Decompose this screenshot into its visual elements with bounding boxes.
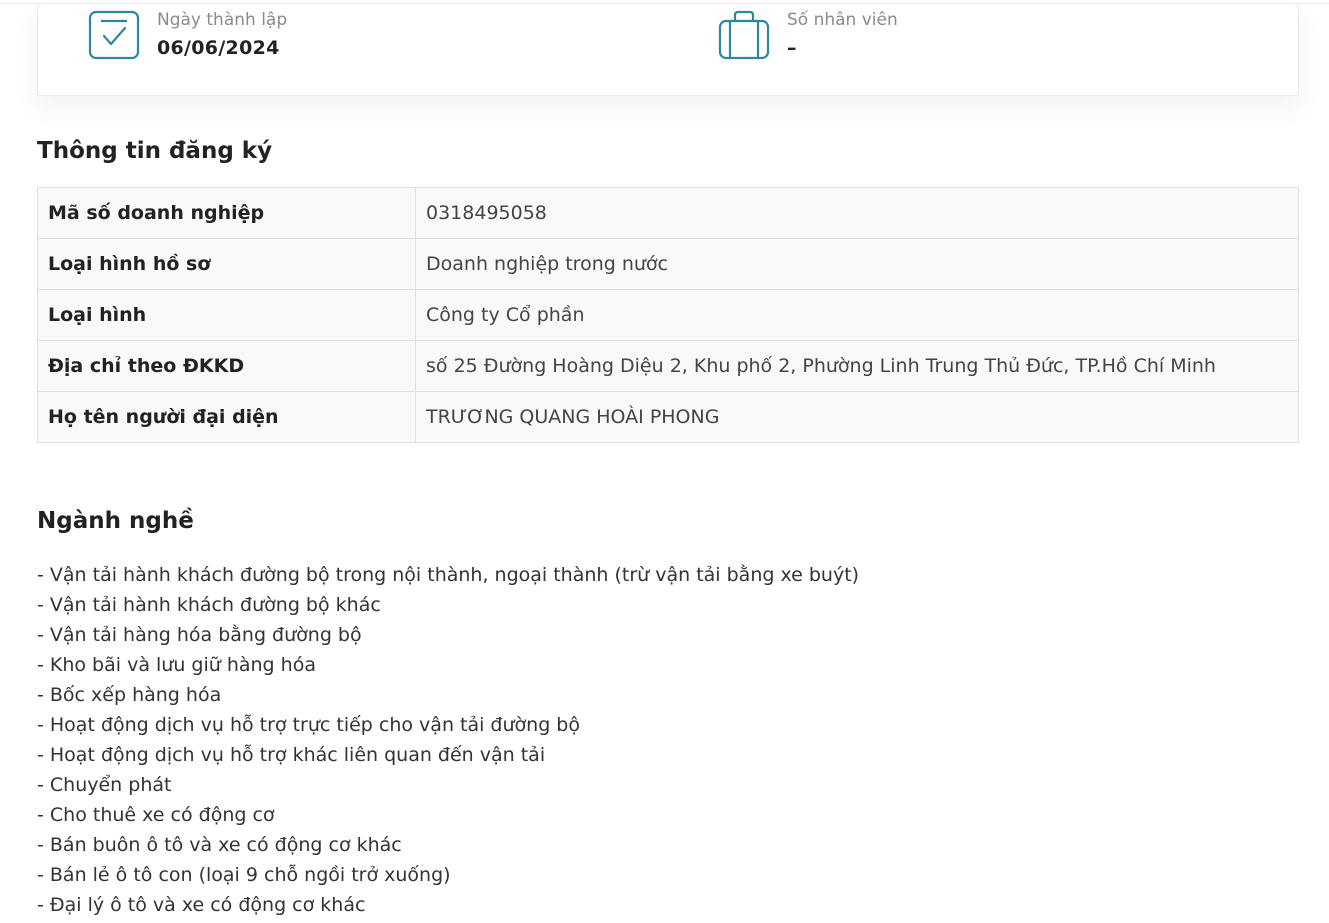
row-key: Mã số doanh nghiệp (37, 187, 416, 239)
founded-date-value: 06/06/2024 (157, 37, 280, 59)
list-item: - Vận tải hàng hóa bằng đường bộ (37, 624, 362, 646)
registration-section-title: Thông tin đăng ký (37, 138, 273, 164)
row-key: Loại hình (37, 289, 416, 341)
company-detail-page: Ngày thành lập 06/06/2024 Số nhân viên –… (0, 0, 1329, 923)
list-item: - Hoạt động dịch vụ hỗ trợ khác liên qua… (37, 744, 546, 766)
row-value: số 25 Đường Hoàng Diệu 2, Khu phố 2, Phư… (415, 340, 1299, 392)
list-item: - Bán buôn ô tô và xe có động cơ khác (37, 834, 402, 856)
row-key: Loại hình hồ sơ (37, 238, 416, 290)
row-value: Công ty Cổ phần (415, 289, 1299, 341)
list-item: - Bán lẻ ô tô con (loại 9 chỗ ngồi trở x… (37, 864, 451, 886)
list-item: - Chuyển phát (37, 774, 172, 796)
row-value: Doanh nghiệp trong nước (415, 238, 1299, 290)
employee-count-value: – (787, 37, 797, 59)
list-item: - Vận tải hành khách đường bộ khác (37, 594, 381, 616)
list-item: - Bốc xếp hàng hóa (37, 684, 222, 706)
list-item: - Cho thuê xe có động cơ (37, 804, 275, 826)
company-stats-card: Ngày thành lập 06/06/2024 Số nhân viên – (37, 4, 1299, 96)
registration-table: Mã số doanh nghiệp 0318495058 Loại hình … (37, 187, 1299, 443)
table-row: Địa chỉ theo ĐKKD số 25 Đường Hoàng Diệu… (37, 340, 1299, 392)
row-value: 0318495058 (415, 187, 1299, 239)
row-value: TRƯƠNG QUANG HOÀI PHONG (415, 391, 1299, 443)
table-row: Họ tên người đại diện TRƯƠNG QUANG HOÀI … (37, 391, 1299, 443)
list-item: - Vận tải hành khách đường bộ trong nội … (37, 564, 860, 586)
list-item: - Đại lý ô tô và xe có động cơ khác (37, 894, 366, 916)
calendar-check-icon (88, 8, 140, 60)
table-row: Mã số doanh nghiệp 0318495058 (37, 187, 1299, 239)
employee-count-label: Số nhân viên (787, 10, 898, 30)
founded-date-label: Ngày thành lập (157, 10, 288, 30)
list-item: - Kho bãi và lưu giữ hàng hóa (37, 654, 316, 676)
row-key: Họ tên người đại diện (37, 391, 416, 443)
industries-section-title: Ngành nghề (37, 508, 194, 534)
industries-list: - Vận tải hành khách đường bộ trong nội … (37, 560, 859, 920)
briefcase-icon (718, 8, 770, 60)
row-key: Địa chỉ theo ĐKKD (37, 340, 416, 392)
table-row: Loại hình Công ty Cổ phần (37, 289, 1299, 341)
list-item: - Hoạt động dịch vụ hỗ trợ trực tiếp cho… (37, 714, 580, 736)
table-row: Loại hình hồ sơ Doanh nghiệp trong nước (37, 238, 1299, 290)
